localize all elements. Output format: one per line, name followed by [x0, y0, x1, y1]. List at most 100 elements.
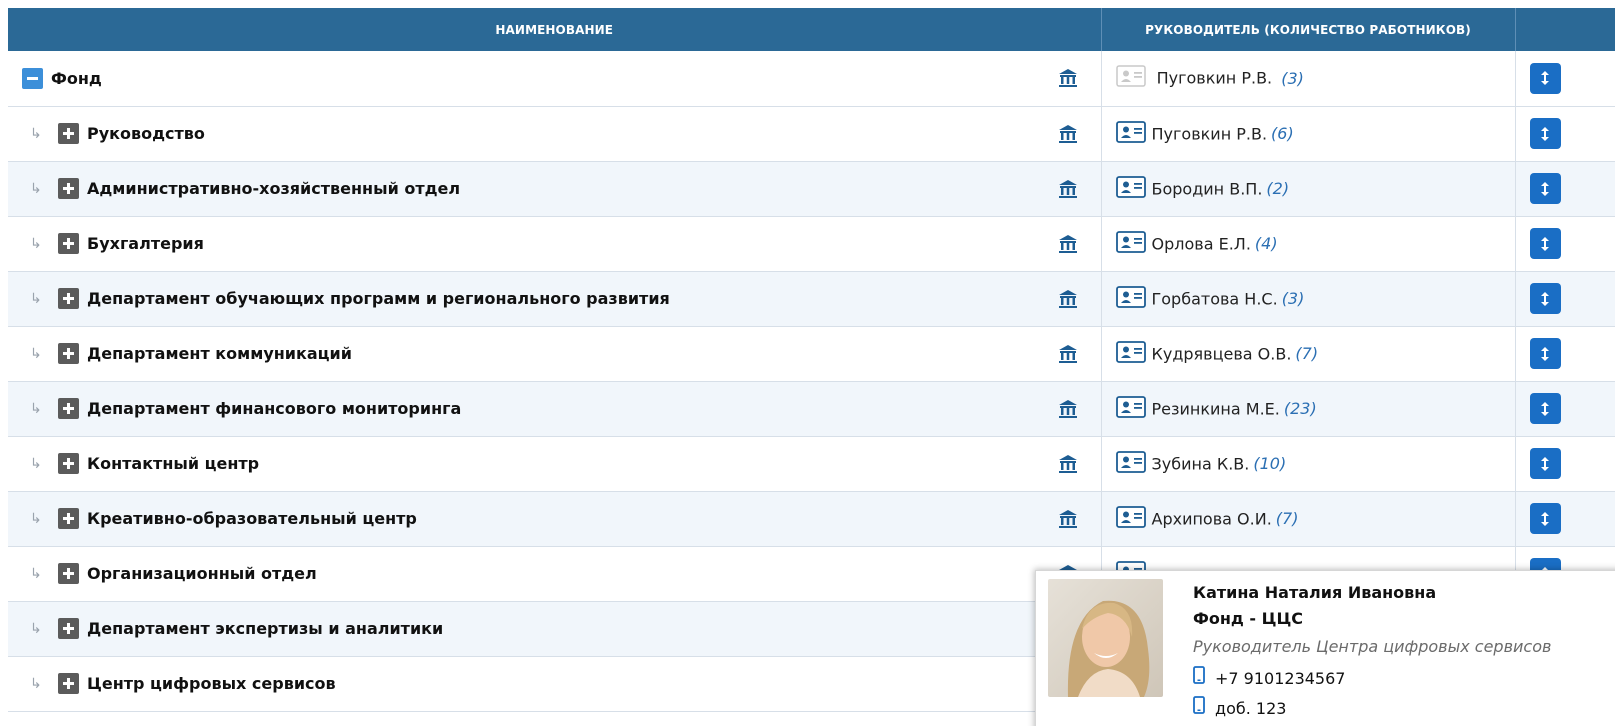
column-header-name[interactable]: НАИМЕНОВАНИЕ: [8, 8, 1102, 51]
tree-branch-icon: ↳: [30, 400, 42, 417]
contact-card-icon[interactable]: [1115, 450, 1146, 477]
employee-count[interactable]: (23): [1284, 399, 1317, 418]
contact-card-icon[interactable]: [1115, 340, 1146, 367]
collapse-icon[interactable]: [22, 67, 43, 89]
actions-cell: [1515, 381, 1615, 437]
expand-icon[interactable]: [58, 343, 79, 364]
bank-building-icon[interactable]: [1057, 508, 1079, 530]
bank-building-icon[interactable]: [1057, 288, 1079, 310]
name-cell: ↳ Департамент финансового мониторинга: [8, 381, 1102, 437]
bank-building-icon[interactable]: [1057, 343, 1079, 365]
expand-icon[interactable]: [58, 563, 79, 584]
expand-icon[interactable]: [58, 673, 79, 694]
department-name[interactable]: Департамент финансового мониторинга: [87, 399, 461, 418]
bank-building-icon[interactable]: [1057, 233, 1079, 255]
employee-count[interactable]: (7): [1295, 344, 1318, 363]
table-row: ↳ Контактный центр Зубина К.В. (10): [8, 436, 1615, 492]
move-button[interactable]: [1529, 338, 1561, 369]
head-name: Резинкина М.Е.: [1151, 399, 1280, 418]
name-cell: ↳ Креативно-образовательный центр: [8, 491, 1102, 547]
department-name[interactable]: Фонд: [51, 69, 102, 88]
department-name[interactable]: Бухгалтерия: [87, 234, 204, 253]
expand-icon[interactable]: [58, 233, 79, 254]
table-row-root: Фонд Пуговкин Р.В. (3): [8, 51, 1615, 107]
head-cell: Резинкина М.Е. (23): [1101, 381, 1516, 437]
head-name: Бородин В.П.: [1151, 179, 1263, 198]
employee-count[interactable]: (4): [1255, 234, 1278, 253]
expand-icon[interactable]: [58, 453, 79, 474]
name-cell: ↳ Административно-хозяйственный отдел: [8, 161, 1102, 217]
head-cell: Кудрявцева О.В. (7): [1101, 326, 1516, 382]
move-button[interactable]: [1529, 62, 1561, 94]
bank-building-icon[interactable]: [1057, 453, 1079, 475]
head-cell: Бородин В.П. (2): [1101, 161, 1516, 217]
expand-icon[interactable]: [58, 398, 79, 419]
department-name[interactable]: Креативно-образовательный центр: [87, 509, 417, 528]
move-button[interactable]: [1529, 448, 1561, 479]
department-name[interactable]: Контактный центр: [87, 454, 259, 473]
employee-popup-card: Катина Наталия Ивановна Фонд - ЦЦС Руков…: [1035, 570, 1615, 726]
employee-count[interactable]: (7): [1276, 509, 1299, 528]
expand-icon[interactable]: [58, 618, 79, 639]
department-name[interactable]: Руководство: [87, 124, 205, 143]
table-row: ↳ Департамент финансового мониторинга Рези…: [8, 381, 1615, 437]
department-name[interactable]: Центр цифровых сервисов: [87, 674, 336, 693]
column-header-actions: [1515, 8, 1615, 51]
expand-icon[interactable]: [58, 123, 79, 144]
contact-card-icon[interactable]: [1115, 505, 1146, 532]
head-name: Зубина К.В.: [1151, 454, 1250, 473]
actions-cell: [1515, 51, 1615, 107]
head-name: Горбатова Н.С.: [1151, 289, 1278, 308]
employee-phone[interactable]: +7 9101234567: [1193, 664, 1551, 694]
expand-icon[interactable]: [58, 178, 79, 199]
tree-branch-icon: ↳: [30, 455, 42, 472]
employee-count[interactable]: (10): [1253, 454, 1286, 473]
phone-number: +7 9101234567: [1215, 669, 1346, 688]
department-name[interactable]: Департамент обучающих программ и региона…: [87, 289, 670, 308]
contact-card-icon[interactable]: [1115, 120, 1146, 147]
bank-building-icon[interactable]: [1057, 398, 1079, 420]
move-button[interactable]: [1529, 503, 1561, 534]
column-header-head[interactable]: РУКОВОДИТЕЛЬ (КОЛИЧЕСТВО РАБОТНИКОВ): [1101, 8, 1516, 51]
move-button[interactable]: [1529, 393, 1561, 424]
head-name: Орлова Е.Л.: [1151, 234, 1251, 253]
table-header-row: НАИМЕНОВАНИЕ РУКОВОДИТЕЛЬ (КОЛИЧЕСТВО РА…: [8, 8, 1615, 51]
bank-building-icon[interactable]: [1057, 67, 1079, 89]
table-row: ↳ Бухгалтерия Орлова Е.Л. (4): [8, 216, 1615, 272]
contact-card-icon[interactable]: [1115, 230, 1146, 257]
tree-branch-icon: ↳: [30, 510, 42, 527]
employee-count[interactable]: (3): [1282, 289, 1305, 308]
employee-count[interactable]: (3): [1281, 69, 1304, 88]
move-button[interactable]: [1529, 283, 1561, 314]
move-button[interactable]: [1529, 173, 1561, 204]
employee-org: Фонд - ЦЦС: [1193, 609, 1304, 628]
employee-name: Катина Наталия Ивановна: [1193, 583, 1437, 602]
employee-extension[interactable]: доб. 123: [1193, 694, 1551, 724]
expand-icon[interactable]: [58, 508, 79, 529]
bank-building-icon[interactable]: [1057, 123, 1079, 145]
phone-icon: [1193, 693, 1205, 725]
name-cell: ↳ Контактный центр: [8, 436, 1102, 492]
department-name[interactable]: Организационный отдел: [87, 564, 317, 583]
head-name: Архипова О.И.: [1151, 509, 1272, 528]
head-name: Пуговкин Р.В.: [1151, 124, 1268, 143]
employee-count[interactable]: (6): [1271, 124, 1294, 143]
actions-cell: [1515, 106, 1615, 162]
actions-cell: [1515, 491, 1615, 547]
employee-count[interactable]: (2): [1266, 179, 1289, 198]
contact-card-icon[interactable]: [1115, 395, 1146, 422]
move-button[interactable]: [1529, 228, 1561, 259]
tree-branch-icon: ↳: [30, 180, 42, 197]
department-name[interactable]: Департамент экспертизы и аналитики: [87, 619, 443, 638]
expand-icon[interactable]: [58, 288, 79, 309]
head-cell: Зубина К.В. (10): [1101, 436, 1516, 492]
actions-cell: [1515, 216, 1615, 272]
contact-card-icon[interactable]: [1115, 65, 1146, 91]
tree-branch-icon: ↳: [30, 235, 42, 252]
department-name[interactable]: Департамент коммуникаций: [87, 344, 352, 363]
move-button[interactable]: [1529, 118, 1561, 149]
contact-card-icon[interactable]: [1115, 175, 1146, 202]
contact-card-icon[interactable]: [1115, 285, 1146, 312]
bank-building-icon[interactable]: [1057, 178, 1079, 200]
department-name[interactable]: Административно-хозяйственный отдел: [87, 179, 460, 198]
